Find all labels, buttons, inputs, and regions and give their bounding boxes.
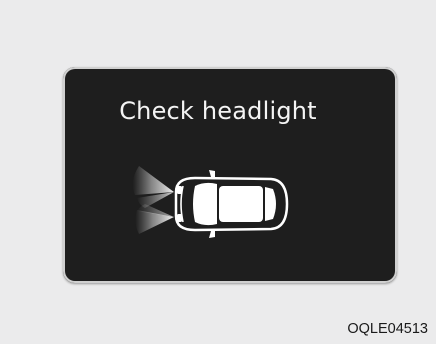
car-headlight-warning-icon	[132, 166, 289, 238]
figure-code: OQLE04513	[347, 321, 428, 337]
warning-message-text: Check headlight	[119, 97, 317, 125]
warning-message: Check headlight	[0, 96, 436, 126]
